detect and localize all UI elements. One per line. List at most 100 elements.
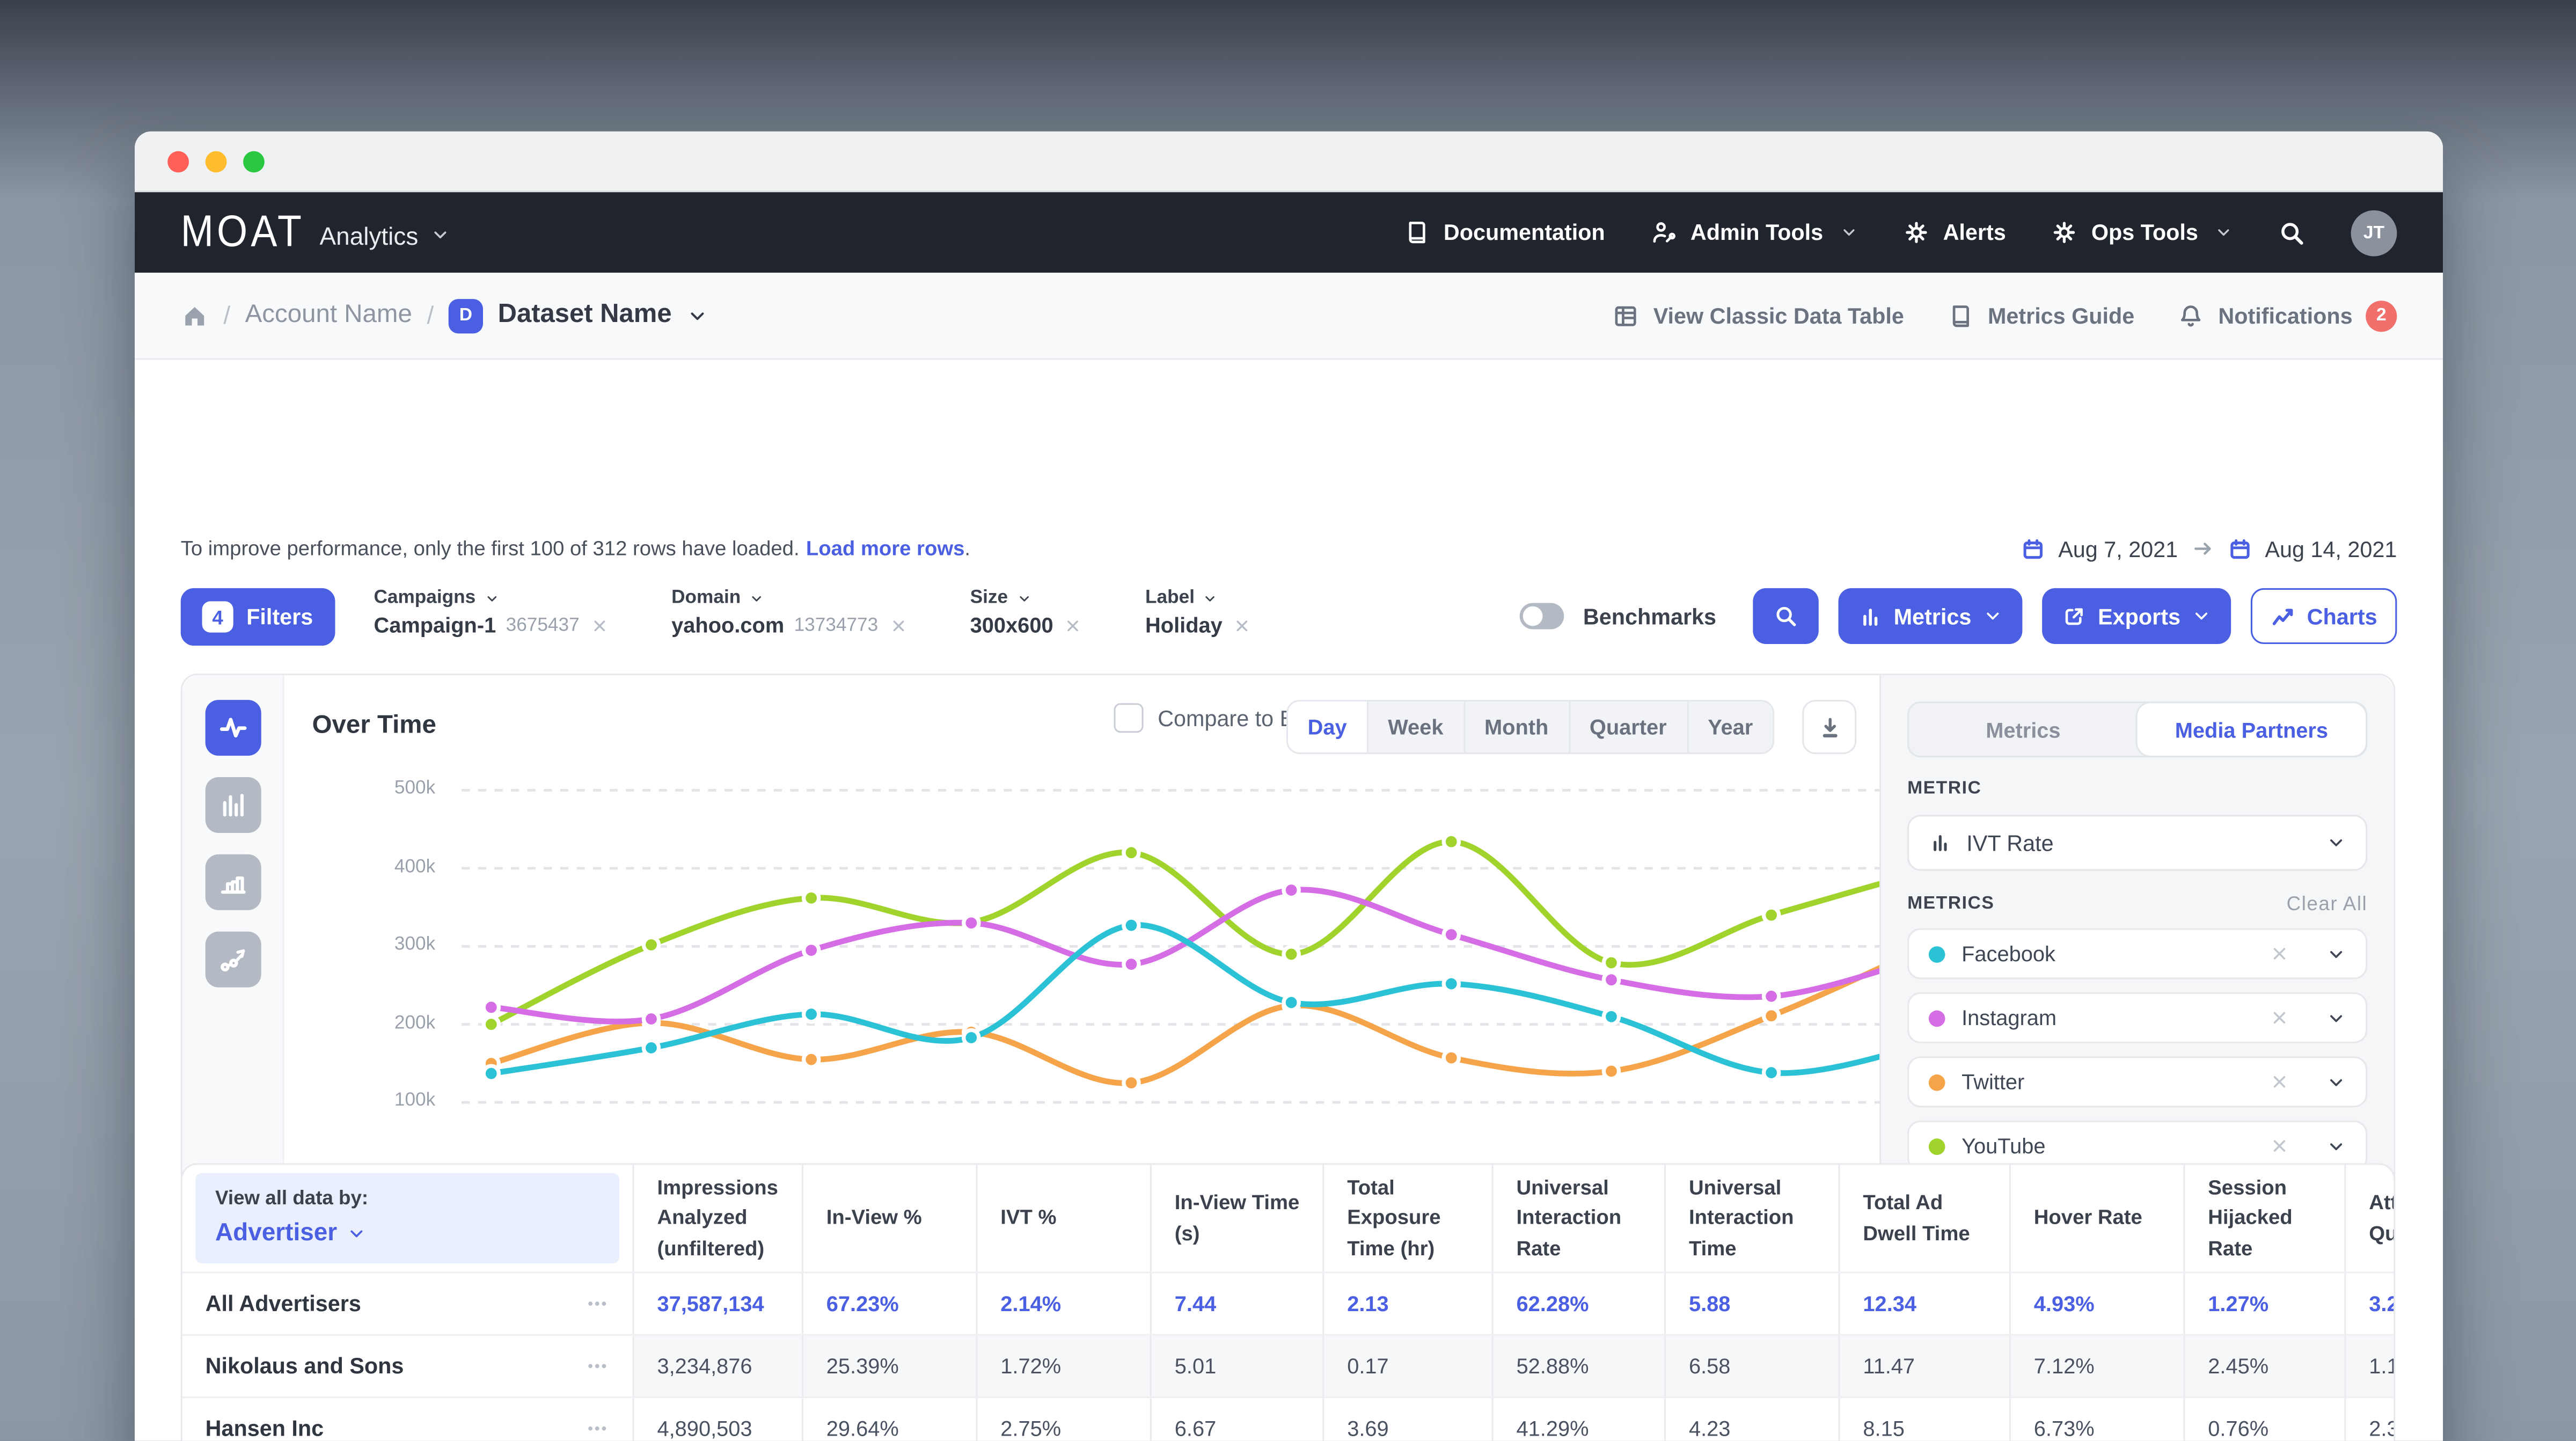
close-icon[interactable] [1063, 615, 1083, 635]
column-header[interactable]: In-View % [803, 1165, 977, 1271]
row-actions-button[interactable] [585, 1354, 610, 1378]
data-point-instagram [804, 943, 819, 958]
table-row[interactable]: Nikolaus and Sons 3,234,87625.39%1.72%5.… [182, 1336, 2395, 1398]
breadcrumb-dataset[interactable]: Dataset Name [498, 301, 672, 330]
nav-item-documentation[interactable]: Documentation [1402, 218, 1605, 246]
brand-menu[interactable]: MOAT Analytics [181, 209, 450, 255]
chart-type-pulse[interactable] [206, 700, 261, 756]
minimize-window-button[interactable] [206, 151, 227, 173]
close-window-button[interactable] [167, 151, 189, 173]
gear-icon [1902, 218, 1930, 246]
metric-cell: 1.27% [2185, 1273, 2346, 1334]
user-avatar[interactable]: JT [2351, 209, 2397, 255]
column-header[interactable]: In-View Time (s) [1152, 1165, 1324, 1271]
benchmarks-toggle[interactable] [1519, 603, 1564, 629]
series-color-dot [1929, 946, 1945, 962]
column-header[interactable]: Universal Interaction Rate [1494, 1165, 1666, 1271]
column-header[interactable]: Session Hijacked Rate [2185, 1165, 2346, 1271]
tab-metrics[interactable]: Metrics [1909, 703, 2138, 756]
column-header[interactable]: Attention Quality [2346, 1165, 2395, 1271]
column-header[interactable]: Impressions Analyzed (unfiltered) [634, 1165, 803, 1271]
clear-all-link[interactable]: Clear All [2287, 892, 2368, 915]
y-axis-tick: 500k [370, 779, 435, 799]
chart-type-histogram[interactable] [206, 854, 261, 910]
filter-chip-label[interactable]: Domain [671, 588, 908, 608]
partner-name: YouTube [1962, 1133, 2045, 1158]
metric-cell: 12.34 [1840, 1273, 2011, 1334]
column-header[interactable]: Total Exposure Time (hr) [1324, 1165, 1493, 1271]
maximize-window-button[interactable] [243, 151, 265, 173]
calendar-icon[interactable] [2227, 536, 2252, 561]
chevron-down-icon [2192, 606, 2212, 626]
close-icon[interactable] [2269, 943, 2290, 964]
date-start[interactable]: Aug 7, 2021 [2058, 536, 2178, 561]
filter-chip-size: Size 300x600 [970, 588, 1083, 638]
action-metrics-guide[interactable]: Metrics Guide [1946, 302, 2134, 330]
close-icon[interactable] [2269, 1007, 2290, 1029]
navbar-menu: Documentation Admin Tools Alerts Ops Too… [1402, 209, 2397, 255]
chevron-down-icon[interactable] [2326, 1072, 2346, 1092]
column-header[interactable]: Hover Rate [2011, 1165, 2185, 1271]
partner-chip-instagram: Instagram [1907, 992, 2367, 1043]
metric-cell: 3,234,876 [634, 1336, 803, 1396]
info-bar: To improve performance, only the first 1… [181, 534, 2397, 564]
filter-bar-actions: Benchmarks Metrics Exports Charts [1519, 588, 2397, 644]
filter-chip-label: Label Holiday [1145, 588, 1252, 638]
partner-name: Instagram [1962, 1005, 2057, 1030]
data-point-youtube [1444, 834, 1459, 849]
close-icon[interactable] [888, 615, 908, 635]
nav-item-alerts[interactable]: Alerts [1902, 218, 2006, 246]
view-by-label: View all data by: [215, 1184, 599, 1213]
partner-chip-facebook: Facebook [1907, 928, 2367, 979]
chevron-down-icon[interactable] [2326, 1136, 2346, 1156]
data-point-facebook [1284, 995, 1299, 1010]
filter-chip-label[interactable]: Label [1145, 588, 1252, 608]
metric-select[interactable]: IVT Rate [1907, 815, 2367, 871]
navbar-search-button[interactable] [2277, 218, 2307, 247]
close-icon[interactable] [589, 615, 609, 635]
chevron-down-icon[interactable] [2326, 944, 2346, 964]
metrics-button[interactable]: Metrics [1838, 588, 2023, 644]
date-end[interactable]: Aug 14, 2021 [2265, 536, 2397, 561]
metric-cell: 2.75% [977, 1398, 1151, 1441]
metric-cell: 2.14% [977, 1273, 1151, 1334]
chevron-down-icon[interactable] [2326, 1008, 2346, 1028]
metric-cell: 37,587,134 [634, 1273, 803, 1334]
exports-button[interactable]: Exports [2042, 588, 2231, 644]
close-icon[interactable] [1232, 615, 1252, 635]
load-more-rows-link[interactable]: Load more rows [806, 537, 965, 560]
row-actions-button[interactable] [585, 1291, 610, 1316]
column-header[interactable]: Total Ad Dwell Time [1840, 1165, 2011, 1271]
chart-type-scatter[interactable] [206, 932, 261, 988]
filter-chip-label[interactable]: Size [970, 588, 1083, 608]
tab-media-partners[interactable]: Media Partners [2138, 703, 2366, 756]
table-row[interactable]: Hansen Inc 4,890,50329.64%2.75%6.673.694… [182, 1398, 2395, 1441]
close-icon[interactable] [2269, 1135, 2290, 1157]
chevron-down-icon [2215, 223, 2233, 242]
column-header[interactable]: Universal Interaction Time [1666, 1165, 1840, 1271]
data-point-youtube [1124, 845, 1139, 860]
row-actions-button[interactable] [585, 1416, 610, 1441]
data-point-youtube [1764, 908, 1779, 923]
breadcrumb-account[interactable]: Account Name [245, 301, 412, 330]
nav-item-admin-tools[interactable]: Admin Tools [1649, 218, 1857, 246]
charts-button[interactable]: Charts [2251, 588, 2397, 644]
chevron-down-icon [2326, 833, 2346, 853]
metric-cell: 7.44 [1152, 1273, 1324, 1334]
column-header[interactable]: IVT % [977, 1165, 1151, 1271]
search-button[interactable] [1752, 588, 1818, 644]
chart-type-columns[interactable] [206, 777, 261, 833]
action-notifications[interactable]: Notifications2 [2177, 300, 2397, 331]
action-view-classic-data-table[interactable]: View Classic Data Table [1612, 302, 1904, 330]
row-name: Hansen Inc [206, 1416, 324, 1441]
chevron-down-icon[interactable] [686, 305, 708, 326]
view-by-select[interactable]: Advertiser [215, 1216, 599, 1252]
close-icon[interactable] [2269, 1071, 2290, 1093]
filter-chip-label[interactable]: Campaigns [374, 588, 609, 608]
metric-cell: 6.58 [1666, 1336, 1840, 1396]
calendar-icon[interactable] [2021, 536, 2045, 561]
filters-button[interactable]: 4 Filters [181, 588, 334, 646]
home-icon[interactable] [181, 302, 209, 330]
nav-item-ops-tools[interactable]: Ops Tools [2050, 218, 2233, 246]
table-row[interactable]: All Advertisers 37,587,13467.23%2.14%7.4… [182, 1273, 2395, 1335]
